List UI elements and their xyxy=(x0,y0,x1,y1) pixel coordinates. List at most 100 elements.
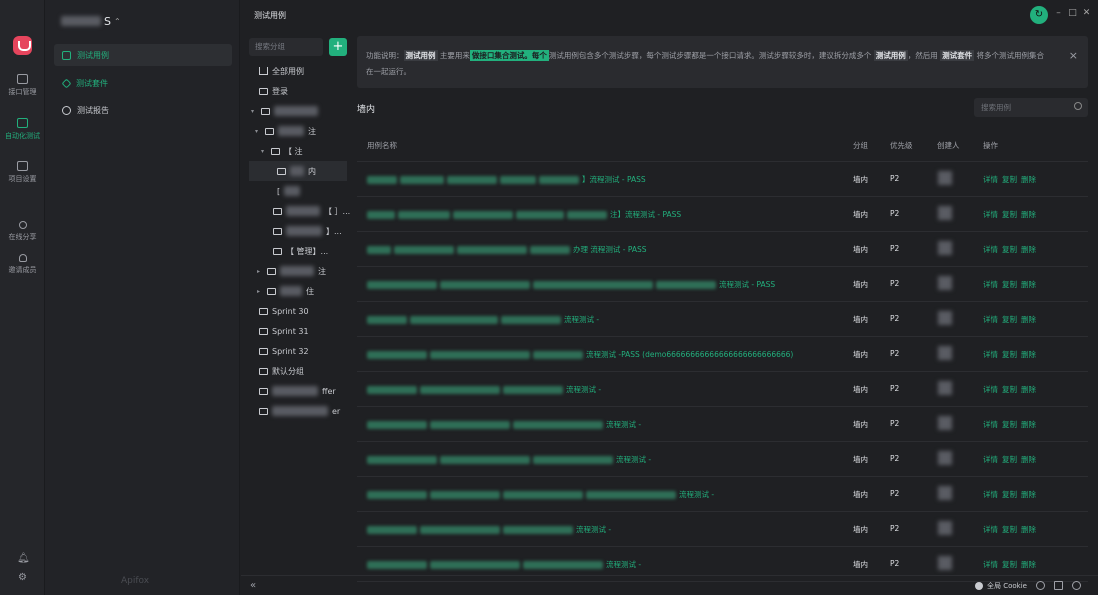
add-group-button[interactable]: + xyxy=(329,38,347,56)
detail-link[interactable]: 详情 xyxy=(983,349,998,360)
help-icon[interactable] xyxy=(1072,581,1081,590)
delete-link[interactable]: 删除 xyxy=(1021,454,1036,465)
case-name-link[interactable]: 办理 流程测试 - PASS xyxy=(367,244,647,255)
plus-circle-icon[interactable] xyxy=(1036,581,1045,590)
detail-link[interactable]: 详情 xyxy=(983,209,998,220)
rail-item-project-settings[interactable]: 项目设置 xyxy=(0,161,45,184)
delete-link[interactable]: 删除 xyxy=(1021,489,1036,500)
detail-link[interactable]: 详情 xyxy=(983,524,998,535)
tree-item[interactable]: 【 ］... xyxy=(273,201,350,221)
delete-link[interactable]: 删除 xyxy=(1021,349,1036,360)
detail-link[interactable]: 详情 xyxy=(983,174,998,185)
tree-item[interactable]: Sprint 30 xyxy=(259,301,309,321)
copy-link[interactable]: 复制 xyxy=(1002,419,1017,430)
copy-link[interactable]: 复制 xyxy=(1002,559,1017,570)
tree-item-all-cases[interactable]: 全部用例 xyxy=(259,61,304,81)
copy-link[interactable]: 复制 xyxy=(1002,174,1017,185)
detail-link[interactable]: 详情 xyxy=(983,384,998,395)
tree-item[interactable]: ▾ 注 xyxy=(255,121,316,141)
copy-link[interactable]: 复制 xyxy=(1002,349,1017,360)
copy-link[interactable]: 复制 xyxy=(1002,314,1017,325)
tree-item[interactable]: 】... xyxy=(273,221,342,241)
detail-link[interactable]: 详情 xyxy=(983,489,998,500)
tree-item[interactable]: 【 管理】... xyxy=(273,241,328,261)
case-name-link[interactable]: 流程测试 - xyxy=(367,314,599,325)
maximize-icon[interactable]: □ xyxy=(1068,9,1077,18)
nav-item-test-cases[interactable]: 测试用例 xyxy=(54,44,232,66)
delete-link[interactable]: 删除 xyxy=(1021,209,1036,220)
delete-link[interactable]: 删除 xyxy=(1021,524,1036,535)
case-name-link[interactable]: 】流程测试 - PASS xyxy=(367,174,646,185)
trash-icon[interactable] xyxy=(1054,581,1063,590)
rail-item-share[interactable]: 在线分享 xyxy=(0,221,45,242)
detail-link[interactable]: 详情 xyxy=(983,244,998,255)
case-name-link[interactable]: 注】流程测试 - PASS xyxy=(367,209,681,220)
table-row[interactable]: 注】流程测试 - PASS 墙内 P2 详情 复制 删除 xyxy=(357,197,1088,232)
tree-item[interactable]: ▸ 住 xyxy=(257,281,314,301)
table-row[interactable]: 流程测试 - 墙内 P2 详情 复制 删除 xyxy=(357,442,1088,477)
detail-link[interactable]: 详情 xyxy=(983,419,998,430)
tree-item[interactable]: Sprint 32 xyxy=(259,341,309,361)
collapse-sidebar-button[interactable]: « xyxy=(250,580,256,591)
delete-link[interactable]: 删除 xyxy=(1021,314,1036,325)
tree-item[interactable]: [ xyxy=(277,181,301,201)
sync-icon[interactable]: ↻ xyxy=(1030,6,1048,24)
copy-link[interactable]: 复制 xyxy=(1002,244,1017,255)
rail-item-api-management[interactable]: 接口管理 xyxy=(0,74,45,97)
nav-item-test-suites[interactable]: 测试套件 xyxy=(54,72,232,94)
copy-link[interactable]: 复制 xyxy=(1002,489,1017,500)
case-name-link[interactable]: 流程测试 - xyxy=(367,384,601,395)
global-cookie-button[interactable]: 全局 Cookie xyxy=(975,581,1027,591)
copy-link[interactable]: 复制 xyxy=(1002,454,1017,465)
tree-item[interactable]: ▸ 注 xyxy=(257,261,326,281)
close-icon[interactable]: × xyxy=(1069,48,1078,64)
bell-icon[interactable]: 🔔︎ xyxy=(17,553,30,564)
case-name-link[interactable]: 流程测试 -PASS (demo666666666666666666666666… xyxy=(367,349,793,360)
delete-link[interactable]: 删除 xyxy=(1021,559,1036,570)
tree-item[interactable]: ▾ 【 注 xyxy=(261,141,303,161)
group-search-input[interactable]: 搜索分组 xyxy=(249,38,323,56)
case-name-link[interactable]: 流程测试 - xyxy=(367,419,641,430)
tree-item[interactable]: 登录 xyxy=(259,81,288,101)
gear-icon[interactable]: ⚙ xyxy=(17,572,28,583)
delete-link[interactable]: 删除 xyxy=(1021,279,1036,290)
table-row[interactable]: 流程测试 - 墙内 P2 详情 复制 删除 xyxy=(357,302,1088,337)
minimize-icon[interactable]: – xyxy=(1054,9,1063,18)
table-row[interactable]: 流程测试 - 墙内 P2 详情 复制 删除 xyxy=(357,407,1088,442)
close-icon[interactable]: ✕ xyxy=(1082,9,1091,18)
table-row[interactable]: 流程测试 - 墙内 P2 详情 复制 删除 xyxy=(357,477,1088,512)
rail-item-invite[interactable]: 邀请成员 xyxy=(0,254,45,275)
tree-item[interactable]: Sprint 31 xyxy=(259,321,309,341)
project-switcher[interactable]: S ⌃ xyxy=(61,14,121,28)
delete-link[interactable]: 删除 xyxy=(1021,384,1036,395)
case-name-link[interactable]: 流程测试 - xyxy=(367,489,714,500)
nav-item-test-reports[interactable]: 测试报告 xyxy=(54,99,232,121)
copy-link[interactable]: 复制 xyxy=(1002,209,1017,220)
case-search-input[interactable]: 搜索用例 xyxy=(974,98,1088,117)
case-name-link[interactable]: 流程测试 - xyxy=(367,454,651,465)
case-name-link[interactable]: 流程测试 - PASS xyxy=(367,279,775,290)
case-name-link[interactable]: 流程测试 - xyxy=(367,524,611,535)
detail-link[interactable]: 详情 xyxy=(983,559,998,570)
tree-item[interactable]: 默认分组 xyxy=(259,361,304,381)
delete-link[interactable]: 删除 xyxy=(1021,174,1036,185)
delete-link[interactable]: 删除 xyxy=(1021,244,1036,255)
table-row[interactable]: 办理 流程测试 - PASS 墙内 P2 详情 复制 删除 xyxy=(357,232,1088,267)
detail-link[interactable]: 详情 xyxy=(983,279,998,290)
table-row[interactable]: 流程测试 -PASS (demo666666666666666666666666… xyxy=(357,337,1088,372)
detail-link[interactable]: 详情 xyxy=(983,314,998,325)
table-row[interactable]: 流程测试 - 墙内 P2 详情 复制 删除 xyxy=(357,512,1088,547)
copy-link[interactable]: 复制 xyxy=(1002,279,1017,290)
rail-item-automation[interactable]: 自动化测试 xyxy=(0,118,45,141)
tree-item-selected[interactable]: 内 xyxy=(249,161,347,181)
detail-link[interactable]: 详情 xyxy=(983,454,998,465)
case-name-link[interactable]: 流程测试 - xyxy=(367,559,641,570)
tree-item[interactable]: er xyxy=(259,401,340,421)
tree-item[interactable]: ffer xyxy=(259,381,336,401)
copy-link[interactable]: 复制 xyxy=(1002,524,1017,535)
copy-link[interactable]: 复制 xyxy=(1002,384,1017,395)
table-row[interactable]: 】流程测试 - PASS 墙内 P2 详情 复制 删除 xyxy=(357,162,1088,197)
table-row[interactable]: 流程测试 - 墙内 P2 详情 复制 删除 xyxy=(357,372,1088,407)
delete-link[interactable]: 删除 xyxy=(1021,419,1036,430)
tree-item[interactable]: ▾ xyxy=(251,101,318,121)
